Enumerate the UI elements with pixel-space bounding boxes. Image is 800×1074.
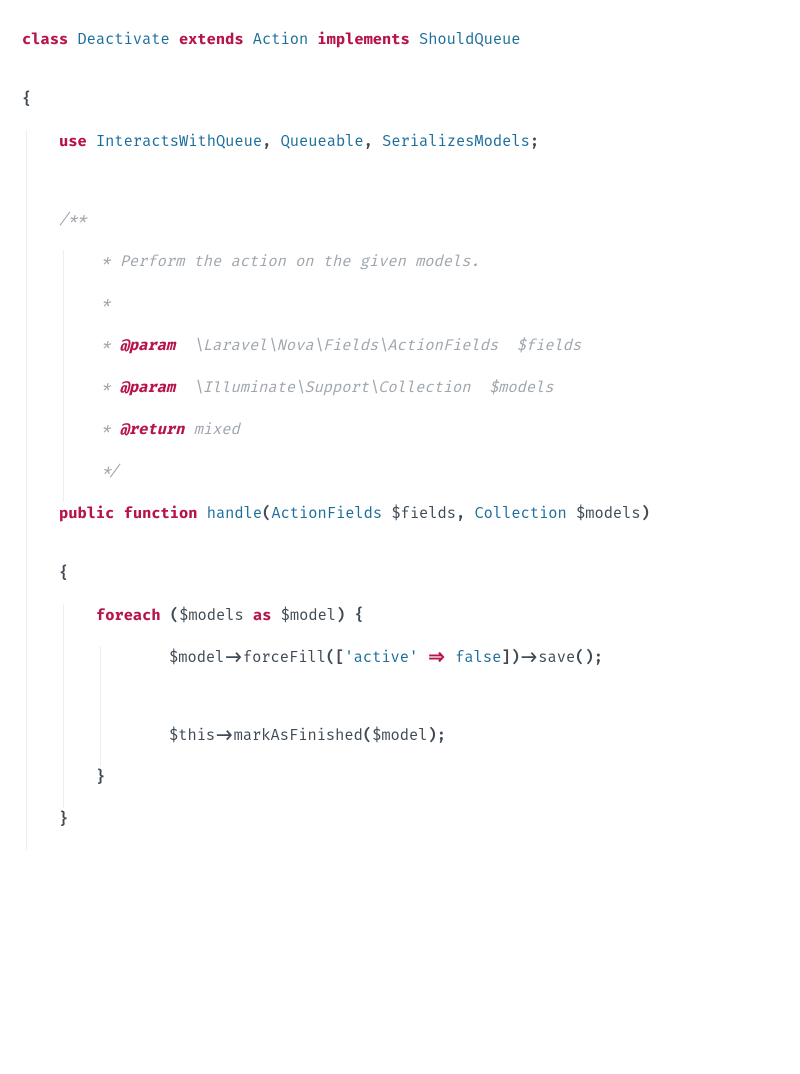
blank-line	[59, 190, 778, 208]
keyword-as: as	[253, 606, 271, 625]
code-line: use InteractsWithQueue, Queueable, Seria…	[59, 130, 778, 172]
fat-arrow: =>	[428, 648, 446, 667]
doc-param-type: \Illuminate\Support\Collection $models	[194, 378, 554, 397]
keyword-class: class	[22, 30, 68, 49]
arrow-op: ->	[215, 726, 233, 745]
blank-line	[59, 544, 778, 562]
code-line: }	[96, 766, 778, 808]
brace-open: {	[22, 90, 31, 109]
trait-name: SerializesModels	[382, 132, 530, 151]
string-literal: 'active'	[344, 648, 418, 667]
indent-guide: $model->forceFill(['active' => false])->…	[100, 646, 778, 766]
code-block: class Deactivate extends Action implemen…	[0, 0, 800, 878]
doc-line: *	[92, 292, 778, 334]
blank-line	[59, 172, 778, 190]
doc-text: * Perform the action on the given models…	[92, 252, 480, 271]
method-call: forceFill	[243, 648, 326, 667]
base-class: Action	[253, 30, 308, 49]
doc-line: */	[92, 460, 778, 502]
arrow-op: ->	[224, 648, 242, 667]
doc-line: * @return mixed	[92, 418, 778, 460]
docblock-open: /**	[59, 210, 87, 229]
class-name: Deactivate	[77, 30, 169, 49]
variable: $models	[179, 606, 244, 625]
interface-name: ShouldQueue	[419, 30, 521, 49]
method-call: markAsFinished	[234, 726, 363, 745]
indent-guide: foreach ($models as $model) { $model->fo…	[63, 604, 778, 808]
keyword-function: function	[124, 504, 198, 523]
arrow-op: ->	[520, 648, 538, 667]
param-var: $models	[576, 504, 641, 523]
brace-open: {	[355, 606, 364, 625]
doc-return-type: mixed	[194, 420, 240, 439]
code-line: public function handle(ActionFields $fie…	[59, 502, 778, 544]
trait-name: Queueable	[281, 132, 364, 151]
keyword-implements: implements	[317, 30, 409, 49]
code-line: $this->markAsFinished($model);	[133, 724, 778, 766]
code-line: class Deactivate extends Action implemen…	[22, 28, 778, 70]
keyword-use: use	[59, 132, 87, 151]
indent-guide: use InteractsWithQueue, Queueable, Seria…	[26, 130, 778, 850]
doc-line: /**	[59, 208, 778, 250]
keyword-extends: extends	[179, 30, 244, 49]
function-name: handle	[207, 504, 262, 523]
code-line: $model->forceFill(['active' => false])->…	[133, 646, 778, 688]
doc-line: * @param \Illuminate\Support\Collection …	[92, 376, 778, 418]
doc-param-type: \Laravel\Nova\Fields\ActionFields $field…	[194, 336, 582, 355]
variable: $model	[169, 648, 224, 667]
code-line: }	[59, 808, 778, 850]
blank-line	[22, 70, 778, 88]
doc-tag-return: @return	[120, 420, 185, 439]
keyword-public: public	[59, 504, 114, 523]
doc-line: * @param \Laravel\Nova\Fields\ActionFiel…	[92, 334, 778, 376]
blank-line	[133, 688, 778, 706]
doc-line: * Perform the action on the given models…	[92, 250, 778, 292]
brace-close: }	[59, 810, 68, 829]
code-line: {	[22, 88, 778, 130]
boolean-literal: false	[455, 648, 501, 667]
brace-open: {	[59, 564, 68, 583]
doc-text: *	[92, 294, 110, 313]
param-type: ActionFields	[271, 504, 382, 523]
variable: $this	[169, 726, 215, 745]
doc-tag-param: @param	[120, 336, 175, 355]
keyword-foreach: foreach	[96, 606, 161, 625]
param-type: Collection	[474, 504, 566, 523]
docblock-close: */	[92, 462, 120, 481]
code-line: {	[59, 562, 778, 604]
doc-tag-param: @param	[120, 378, 175, 397]
code-line: foreach ($models as $model) {	[96, 604, 778, 646]
variable: $model	[281, 606, 336, 625]
variable: $model	[372, 726, 427, 745]
trait-name: InteractsWithQueue	[96, 132, 262, 151]
param-var: $fields	[391, 504, 456, 523]
method-call: save	[538, 648, 575, 667]
brace-close: }	[96, 768, 105, 787]
blank-line	[133, 706, 778, 724]
indent-guide: * Perform the action on the given models…	[63, 250, 778, 502]
